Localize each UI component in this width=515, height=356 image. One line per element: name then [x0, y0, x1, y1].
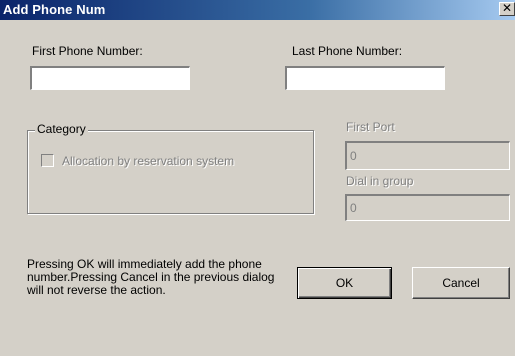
dial-in-group-input[interactable]: [345, 194, 510, 221]
first-port-label: First Port: [346, 120, 395, 134]
ok-button-label: OK: [335, 276, 354, 290]
close-button[interactable]: ✕: [499, 2, 515, 16]
cancel-button-label: Cancel: [442, 276, 480, 290]
first-phone-number-label: First Phone Number:: [32, 44, 143, 58]
category-legend: Category: [35, 122, 88, 136]
allocation-checkbox-label: Allocation by reservation system: [62, 154, 235, 168]
info-message: Pressing OK will immediately add the pho…: [27, 257, 275, 297]
category-groupbox: [27, 130, 314, 214]
first-port-input[interactable]: [345, 141, 510, 170]
last-phone-number-label: Last Phone Number:: [292, 44, 403, 58]
first-phone-number-input[interactable]: [30, 66, 190, 90]
window-title: Add Phone Num: [3, 2, 106, 17]
dial-in-group-label: Dial in group: [346, 174, 414, 188]
add-phone-num-dialog: Add Phone Num ✕ First Phone Number: Last…: [0, 0, 515, 356]
close-icon: ✕: [501, 1, 513, 15]
last-phone-number-input[interactable]: [285, 66, 445, 90]
ok-button[interactable]: OK: [297, 267, 392, 299]
title-bar[interactable]: Add Phone Num ✕: [0, 0, 515, 20]
allocation-checkbox[interactable]: [41, 154, 54, 167]
cancel-button[interactable]: Cancel: [412, 267, 510, 299]
